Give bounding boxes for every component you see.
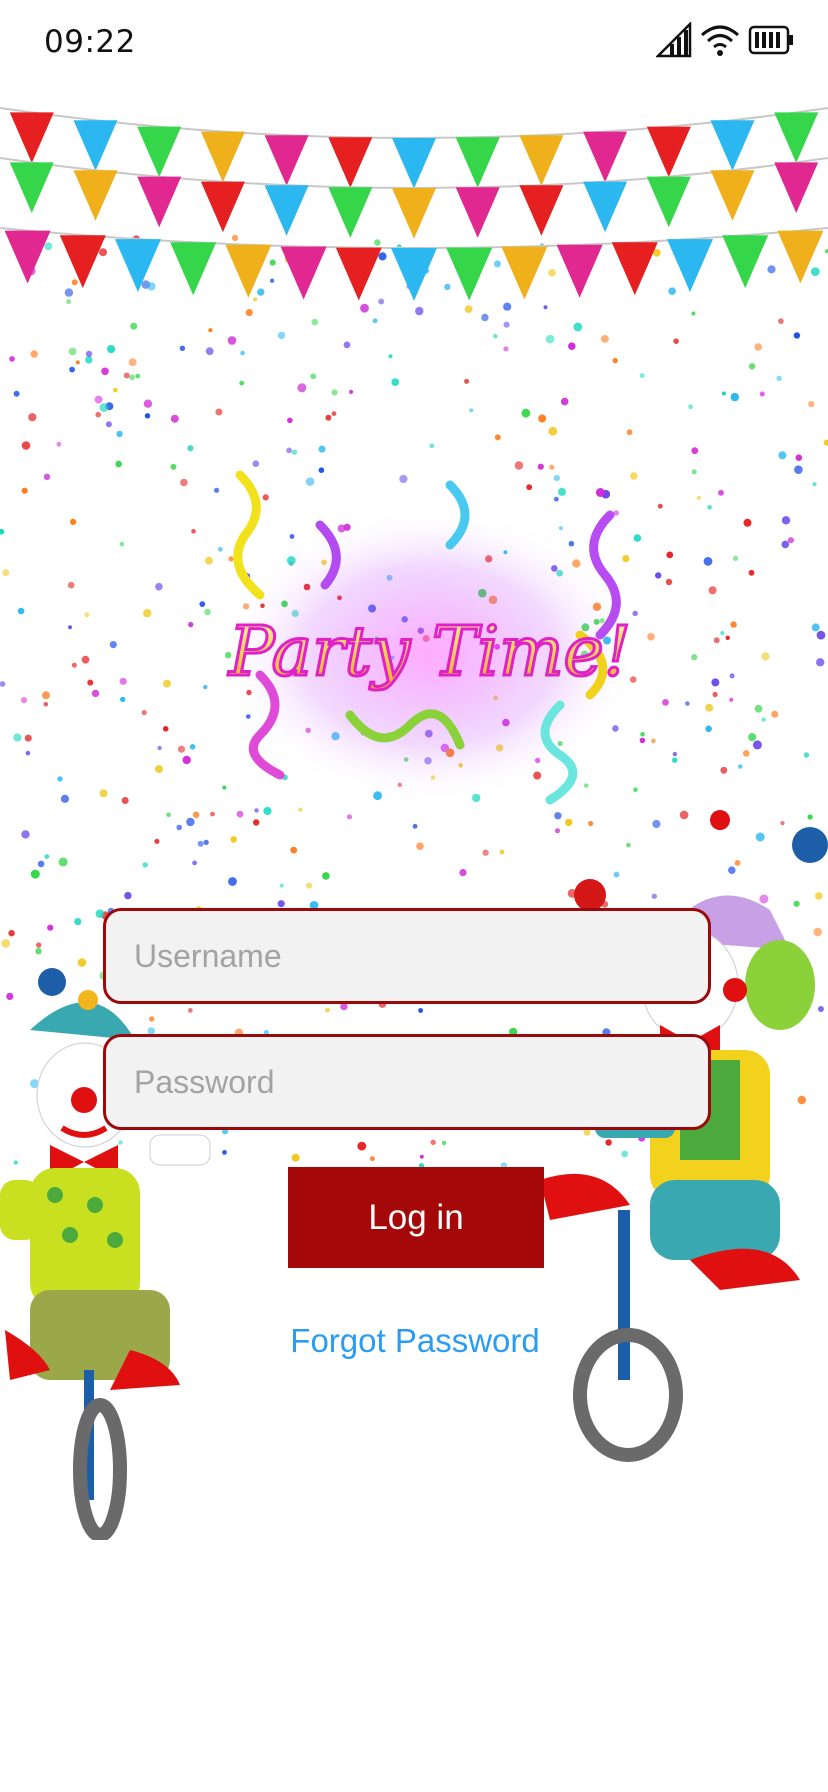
username-input[interactable] <box>103 908 711 1004</box>
wifi-icon <box>701 25 739 56</box>
password-input[interactable] <box>103 1034 711 1130</box>
party-time-logo: Party Time! <box>220 470 640 805</box>
status-time: 09:22 <box>44 24 136 60</box>
bunting-decoration <box>0 107 828 301</box>
logo-text: Party Time! <box>227 613 631 692</box>
clown-left-illustration <box>0 968 211 1540</box>
battery-icon <box>748 25 793 55</box>
status-icons <box>656 20 794 60</box>
signal-icon <box>656 22 692 58</box>
login-button[interactable]: Log in <box>288 1167 544 1268</box>
forgot-password-link[interactable]: Forgot Password <box>240 1322 590 1360</box>
status-bar: 09:22 <box>0 0 828 84</box>
